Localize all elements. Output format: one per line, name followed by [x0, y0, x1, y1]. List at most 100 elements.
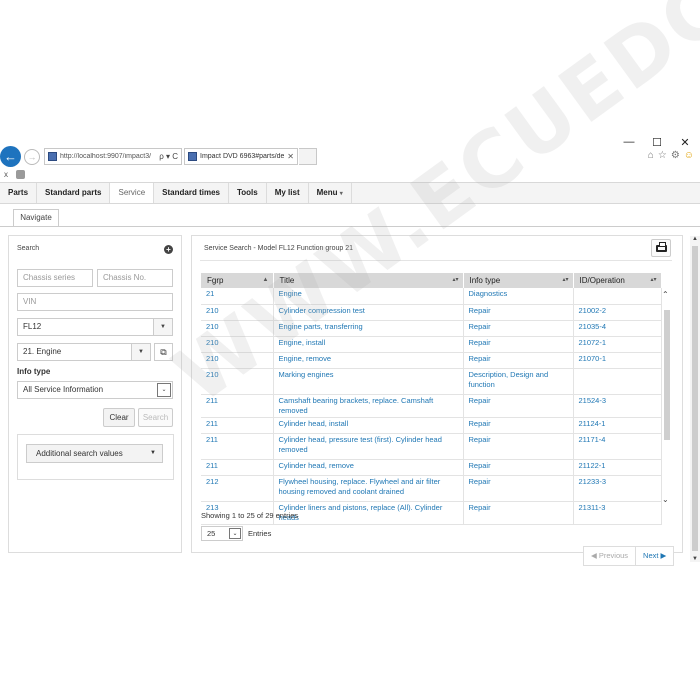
- search-button[interactable]: Search: [138, 408, 173, 427]
- cell-info[interactable]: Repair: [463, 417, 574, 434]
- additional-search-button[interactable]: Additional search values ▼: [26, 444, 163, 463]
- table-row[interactable]: 210 Engine parts, transferring Repair 21…: [201, 320, 662, 337]
- clear-button[interactable]: Clear: [103, 408, 135, 427]
- chevron-down-icon[interactable]: ⌄: [662, 495, 669, 504]
- table-row[interactable]: 210 Engine, install Repair 21072-1: [201, 336, 662, 353]
- cell-id[interactable]: 21070-1: [573, 352, 662, 369]
- new-tab-button[interactable]: [299, 148, 317, 165]
- cell-title[interactable]: Marking engines: [273, 368, 464, 395]
- cell-fgrp[interactable]: 210: [201, 368, 274, 395]
- cell-fgrp[interactable]: 211: [201, 459, 274, 476]
- fav-close-icon[interactable]: x: [4, 170, 8, 179]
- address-text[interactable]: http://localhost:9907/impact3/: [60, 153, 156, 160]
- nav-standard-times[interactable]: Standard times: [154, 183, 229, 203]
- cell-title[interactable]: Flywheel housing, replace. Flywheel and …: [273, 475, 464, 502]
- chevron-down-icon[interactable]: ▼: [131, 344, 150, 360]
- forward-arrow-icon[interactable]: →: [24, 149, 40, 165]
- model-select[interactable]: FL12 ▼: [17, 318, 173, 336]
- scroll-down-icon[interactable]: ▼: [690, 556, 700, 562]
- cell-id[interactable]: 21233-3: [573, 475, 662, 502]
- info-type-select[interactable]: All Service Information ⌄: [17, 381, 173, 399]
- plus-circle-icon[interactable]: +: [164, 245, 173, 254]
- cell-title[interactable]: Engine: [273, 288, 464, 305]
- page-length-select[interactable]: 25 ⌄: [201, 526, 243, 541]
- tab-close-icon[interactable]: ✕: [287, 152, 294, 161]
- column-header-fgrp[interactable]: Fgrp ▲: [201, 273, 274, 288]
- home-icon[interactable]: ⌂: [648, 150, 654, 161]
- chevron-up-icon[interactable]: ⌃: [662, 290, 669, 299]
- chassis-no-input[interactable]: Chassis No.: [97, 269, 173, 287]
- cell-title[interactable]: Cylinder liners and pistons, replace (Al…: [273, 501, 464, 525]
- cell-id[interactable]: 21122-1: [573, 459, 662, 476]
- cell-id[interactable]: 21035-4: [573, 320, 662, 337]
- nav-parts[interactable]: Parts: [0, 183, 38, 203]
- cell-fgrp[interactable]: 212: [201, 475, 274, 502]
- vin-input[interactable]: VIN: [17, 293, 173, 311]
- cell-fgrp[interactable]: 210: [201, 336, 274, 353]
- chevron-down-icon[interactable]: ▼: [153, 319, 172, 335]
- cell-info[interactable]: Repair: [463, 352, 574, 369]
- cell-fgrp[interactable]: 210: [201, 304, 274, 321]
- cell-fgrp[interactable]: 210: [201, 320, 274, 337]
- cell-title[interactable]: Camshaft bearing brackets, replace. Cams…: [273, 394, 464, 418]
- search-refresh-icons[interactable]: ρ ▾ C: [159, 152, 178, 161]
- address-bar[interactable]: http://localhost:9907/impact3/ ρ ▾ C: [44, 148, 182, 165]
- tab-navigate[interactable]: Navigate: [13, 209, 59, 226]
- cell-info[interactable]: Repair: [463, 304, 574, 321]
- table-row[interactable]: 211 Cylinder head, install Repair 21124-…: [201, 417, 662, 434]
- scrollbar-thumb[interactable]: [664, 310, 670, 440]
- function-group-select[interactable]: 21. Engine ▼: [17, 343, 151, 361]
- cell-fgrp[interactable]: 21: [201, 288, 274, 305]
- cell-id[interactable]: 21124-1: [573, 417, 662, 434]
- cell-info[interactable]: Repair: [463, 336, 574, 353]
- nav-menu[interactable]: Menu ▾: [309, 183, 352, 203]
- next-button[interactable]: Next ▶: [636, 547, 673, 565]
- browser-tab[interactable]: Impact DVD 6963#parts/det... ✕: [184, 148, 298, 165]
- nav-service[interactable]: Service: [110, 183, 155, 203]
- cell-info[interactable]: Diagnostics: [463, 288, 574, 305]
- cell-title[interactable]: Cylinder head, pressure test (first). Cy…: [273, 433, 464, 460]
- cell-info[interactable]: Repair: [463, 501, 574, 525]
- cell-title[interactable]: Cylinder head, install: [273, 417, 464, 434]
- back-arrow-icon[interactable]: ←: [0, 146, 21, 167]
- cell-fgrp[interactable]: 211: [201, 394, 274, 418]
- star-icon[interactable]: ☆: [658, 150, 667, 161]
- table-row[interactable]: 21 Engine Diagnostics: [201, 288, 662, 305]
- column-header-id[interactable]: ID/Operation ▴▾: [573, 273, 662, 288]
- cell-info[interactable]: Repair: [463, 394, 574, 418]
- smiley-icon[interactable]: ☺: [684, 150, 694, 161]
- cell-title[interactable]: Cylinder head, remove: [273, 459, 464, 476]
- nav-my-list[interactable]: My list: [267, 183, 309, 203]
- cell-title[interactable]: Engine, remove: [273, 352, 464, 369]
- page-scrollbar[interactable]: ▲ ▼: [690, 236, 700, 562]
- previous-button[interactable]: ◀ Previous: [584, 547, 637, 565]
- cell-id[interactable]: 21524-3: [573, 394, 662, 418]
- chassis-series-input[interactable]: Chassis series: [17, 269, 93, 287]
- cell-id[interactable]: 21311-3: [573, 501, 662, 525]
- scroll-up-icon[interactable]: ▲: [690, 236, 700, 242]
- table-row[interactable]: 211 Cylinder head, remove Repair 21122-1: [201, 459, 662, 476]
- cell-id[interactable]: [573, 368, 662, 395]
- column-header-title[interactable]: Title ▴▾: [273, 273, 464, 288]
- extension-icon[interactable]: [16, 169, 25, 179]
- cell-title[interactable]: Cylinder compression test: [273, 304, 464, 321]
- nav-tools[interactable]: Tools: [229, 183, 267, 203]
- gear-icon[interactable]: ⚙: [671, 150, 680, 161]
- cell-fgrp[interactable]: 210: [201, 352, 274, 369]
- cell-info[interactable]: Repair: [463, 433, 574, 460]
- cell-info[interactable]: Description, Design and function: [463, 368, 574, 395]
- cell-fgrp[interactable]: 211: [201, 433, 274, 460]
- chevron-down-icon[interactable]: ⌄: [229, 528, 241, 539]
- table-row[interactable]: 210 Engine, remove Repair 21070-1: [201, 352, 662, 369]
- table-row[interactable]: 210 Marking engines Description, Design …: [201, 368, 662, 395]
- table-row[interactable]: 210 Cylinder compression test Repair 210…: [201, 304, 662, 321]
- table-row[interactable]: 211 Camshaft bearing brackets, replace. …: [201, 394, 662, 418]
- column-header-info-type[interactable]: Info type ▴▾: [463, 273, 574, 288]
- nav-standard-parts[interactable]: Standard parts: [37, 183, 111, 203]
- cell-id[interactable]: [573, 288, 662, 305]
- page-scrollbar-thumb[interactable]: [692, 246, 698, 551]
- cell-fgrp[interactable]: 211: [201, 417, 274, 434]
- cell-id[interactable]: 21171-4: [573, 433, 662, 460]
- chevron-down-icon[interactable]: ⌄: [157, 383, 171, 397]
- cell-title[interactable]: Engine parts, transferring: [273, 320, 464, 337]
